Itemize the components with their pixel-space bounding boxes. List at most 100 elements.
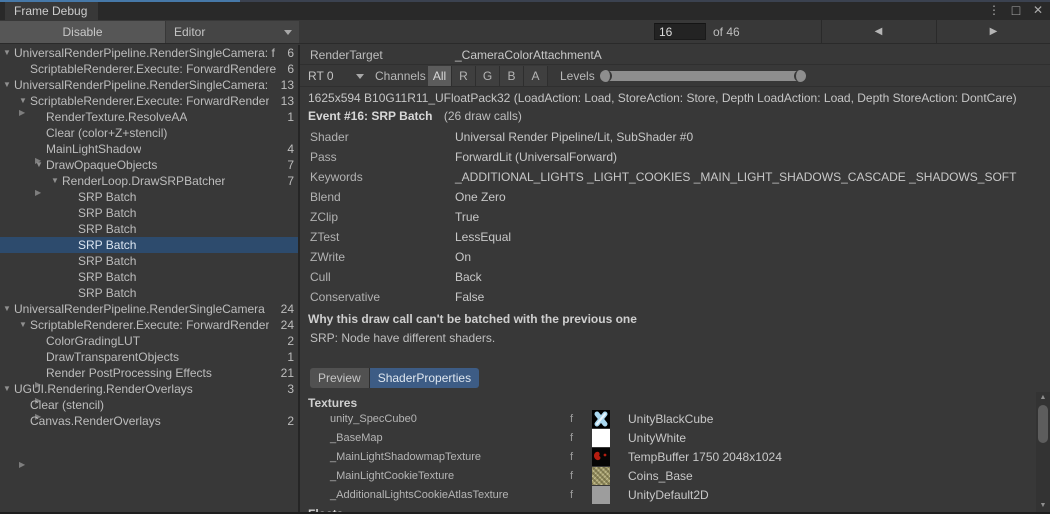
levels-label: Levels xyxy=(560,69,595,83)
event-tree: UniversalRenderPipeline.RenderSingleCame… xyxy=(0,45,298,514)
channels-label: Channels xyxy=(375,69,426,83)
tree-item[interactable]: UniversalRenderPipeline.RenderSingleCame… xyxy=(0,77,298,93)
table-row: ZWriteOn xyxy=(300,248,1050,268)
table-row: BlendOne Zero xyxy=(300,188,1050,208)
texture-thumbnail-coins[interactable] xyxy=(592,467,610,485)
tree-item[interactable]: DrawOpaqueObjects7 xyxy=(0,157,298,173)
window-controls xyxy=(986,2,1046,18)
tree-item[interactable]: SRP Batch xyxy=(0,269,298,285)
detail-tabs: Preview ShaderProperties xyxy=(310,368,479,388)
expand-icon[interactable] xyxy=(35,157,45,173)
texture-thumbnail-default2d[interactable] xyxy=(592,486,610,504)
tree-item[interactable]: ScriptableRenderer.Execute: ForwardRende… xyxy=(0,61,298,77)
channel-g-button[interactable]: G xyxy=(476,66,500,86)
close-icon[interactable] xyxy=(1030,2,1046,18)
event-title: Event #16: SRP Batch xyxy=(308,109,433,123)
tree-item[interactable]: RenderTexture.ResolveAA1 xyxy=(0,109,298,125)
tree-item[interactable]: Clear (color+Z+stencil) xyxy=(0,125,298,141)
levels-max-handle[interactable] xyxy=(794,70,806,82)
table-row[interactable]: _AdditionalLightsCookieAtlasTexture f Un… xyxy=(300,486,1036,505)
scroll-up-icon[interactable] xyxy=(1036,392,1050,404)
tree-item[interactable]: Clear (stencil) xyxy=(0,397,298,413)
expand-icon[interactable] xyxy=(51,173,61,189)
channel-all-button[interactable]: All xyxy=(428,66,452,86)
batching-info-heading: Why this draw call can't be batched with… xyxy=(308,312,637,326)
table-row: ZTestLessEqual xyxy=(300,228,1050,248)
tab-frame-debug[interactable]: Frame Debug xyxy=(5,2,98,20)
table-row[interactable]: _BaseMap f UnityWhite xyxy=(300,429,1036,448)
rt-dropdown-value: RT 0 xyxy=(308,69,334,83)
tree-item[interactable]: DrawTransparentObjects1 xyxy=(0,349,298,365)
tree-item[interactable]: SRP Batch xyxy=(0,221,298,237)
table-row: PassForwardLit (UniversalForward) xyxy=(300,148,1050,168)
rt-dropdown[interactable]: RT 0 xyxy=(303,67,369,85)
collapse-icon[interactable] xyxy=(19,457,298,514)
tree-item-selected[interactable]: SRP Batch xyxy=(0,237,298,253)
table-row[interactable]: unity_SpecCube0 f UnityBlackCube xyxy=(300,410,1036,429)
chevron-down-icon xyxy=(284,30,292,35)
tree-item[interactable]: Canvas.RenderOverlays2 xyxy=(0,413,298,429)
levels-min-handle[interactable] xyxy=(600,70,612,82)
table-row: Keywords_ADDITIONAL_LIGHTS _LIGHT_COOKIE… xyxy=(300,168,1050,188)
scroll-down-icon[interactable] xyxy=(1036,500,1050,512)
table-row[interactable]: _MainLightShadowmapTexture f TempBuffer … xyxy=(300,448,1036,467)
event-title-row: Event #16: SRP Batch (26 draw calls) xyxy=(308,109,522,123)
tree-item[interactable]: UniversalRenderPipeline.RenderSingleCame… xyxy=(0,45,298,61)
scrollbar-thumb[interactable] xyxy=(1038,405,1048,443)
channel-r-button[interactable]: R xyxy=(452,66,476,86)
expand-icon[interactable] xyxy=(3,381,13,397)
kebab-menu-icon[interactable] xyxy=(986,2,1002,18)
tree-item[interactable]: ScriptableRenderer.Execute: ForwardRende… xyxy=(0,93,298,109)
disable-button[interactable]: Disable xyxy=(0,21,165,43)
tree-item[interactable]: ScriptableRenderer.Execute: ForwardRende… xyxy=(0,317,298,333)
expand-icon[interactable] xyxy=(19,317,29,333)
table-row: CullBack xyxy=(300,268,1050,288)
channel-a-button[interactable]: A xyxy=(524,66,548,86)
table-row[interactable]: _MainLightCookieTexture f Coins_Base xyxy=(300,467,1036,486)
expand-icon[interactable] xyxy=(3,301,13,317)
table-row: ZClipTrue xyxy=(300,208,1050,228)
frame-debugger-window: Frame Debug Disable Editor of 46 Univers… xyxy=(0,0,1050,514)
expand-icon[interactable] xyxy=(3,77,13,93)
tree-item[interactable]: SRP Batch xyxy=(0,285,298,301)
disable-button-label: Disable xyxy=(62,25,102,39)
expand-icon[interactable] xyxy=(19,93,29,109)
tree-item[interactable]: SRP Batch xyxy=(0,189,298,205)
tree-item[interactable]: UGUI.Rendering.RenderOverlays3 xyxy=(0,381,298,397)
target-dropdown-value: Editor xyxy=(174,25,205,39)
textures-heading: Textures xyxy=(308,396,357,410)
toolbar: Disable Editor of 46 xyxy=(0,20,1050,44)
levels-range-slider[interactable] xyxy=(600,70,806,82)
channel-b-button[interactable]: B xyxy=(500,66,524,86)
tab-preview[interactable]: Preview xyxy=(310,368,370,388)
expand-icon[interactable] xyxy=(3,45,13,61)
batching-info-reason: SRP: Node have different shaders. xyxy=(310,331,495,345)
render-target-label: RenderTarget xyxy=(310,48,383,62)
event-number-input[interactable] xyxy=(654,23,706,40)
texture-thumbnail-blackcube[interactable] xyxy=(592,410,610,428)
properties-scrollbar[interactable] xyxy=(1036,392,1050,514)
tree-item[interactable]: UniversalRenderPipeline.RenderSingleCame… xyxy=(0,301,298,317)
tree-item[interactable]: SRP Batch xyxy=(0,253,298,269)
tree-item[interactable]: RenderLoop.DrawSRPBatcher7 xyxy=(0,173,298,189)
previous-event-button[interactable] xyxy=(821,20,935,43)
render-target-value: _CameraColorAttachmentA xyxy=(455,48,602,62)
tree-item[interactable]: ColorGradingLUT2 xyxy=(0,333,298,349)
next-event-button[interactable] xyxy=(936,20,1050,43)
tab-shader-properties[interactable]: ShaderProperties xyxy=(370,368,479,388)
window-title: Frame Debug xyxy=(14,4,87,18)
draw-call-count: (26 draw calls) xyxy=(444,109,522,123)
table-row: ShaderUniversal Render Pipeline/Lit, Sub… xyxy=(300,128,1050,148)
surface-info: 1625x594 B10G11R11_UFloatPack32 (LoadAct… xyxy=(308,91,1046,105)
render-target-row: RenderTarget _CameraColorAttachmentA xyxy=(300,44,1050,65)
texture-thumbnail-white[interactable] xyxy=(592,429,610,447)
tree-item[interactable]: SRP Batch xyxy=(0,205,298,221)
titlebar: Frame Debug xyxy=(0,0,1050,20)
channel-controls-row: RT 0 Channels All R G B A Levels xyxy=(300,65,1050,87)
target-dropdown[interactable]: Editor xyxy=(166,21,299,43)
texture-thumbnail-shadowmap[interactable] xyxy=(592,448,610,466)
tree-item[interactable]: MainLightShadow4 xyxy=(0,141,298,157)
shader-state-table: ShaderUniversal Render Pipeline/Lit, Sub… xyxy=(300,128,1050,308)
tree-item[interactable]: Render PostProcessing Effects21 xyxy=(0,365,298,381)
maximize-icon[interactable] xyxy=(1008,2,1024,18)
